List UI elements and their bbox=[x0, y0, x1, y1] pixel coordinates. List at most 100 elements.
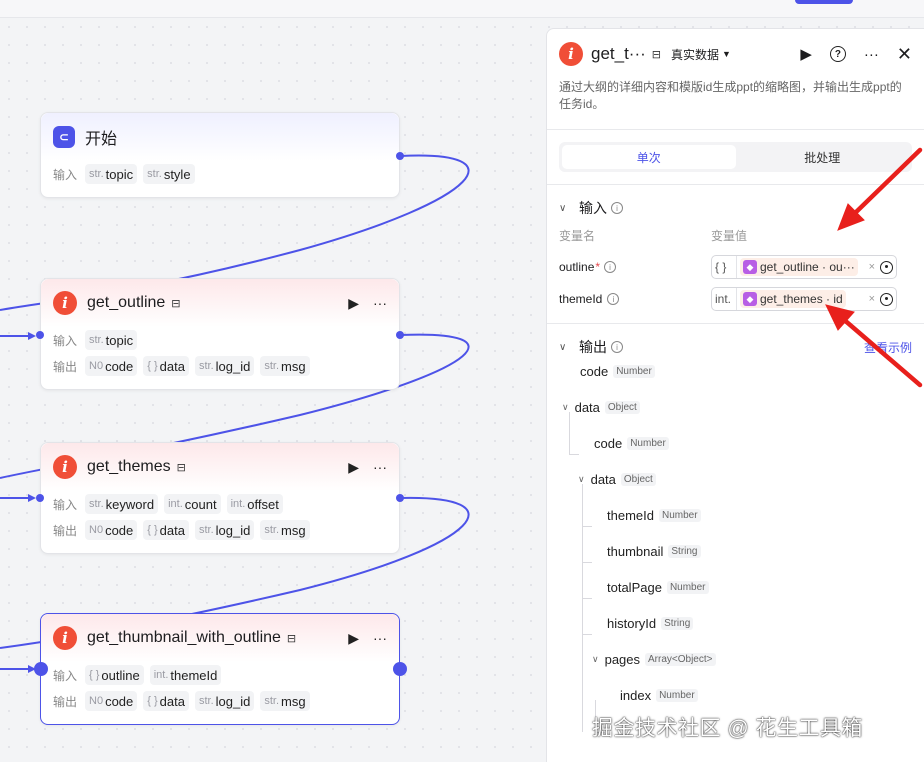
clear-icon[interactable]: × bbox=[869, 261, 875, 273]
node-header[interactable]: ⊂ 开始 bbox=[41, 113, 399, 161]
tree-item[interactable]: ∨ data Object bbox=[562, 397, 640, 417]
node-title: get_outline bbox=[87, 294, 166, 311]
tree-item: thumbnail String bbox=[607, 541, 701, 561]
chevron-down-icon: ∨ bbox=[578, 473, 585, 484]
reference-chip[interactable]: ◆ get_outline · ou··· bbox=[740, 258, 858, 276]
output-port[interactable] bbox=[396, 494, 404, 502]
output-tag: str. log_id bbox=[194, 520, 255, 540]
target-icon[interactable] bbox=[880, 260, 893, 274]
node-get-themes[interactable]: i get_themes ⊟ ▶ ··· 输入 str. keyword int.… bbox=[40, 442, 400, 554]
tree-item: code Number bbox=[580, 361, 655, 381]
more-icon[interactable]: ··· bbox=[373, 295, 387, 311]
reference-field[interactable]: { } ◆ get_outline · ou··· × bbox=[711, 255, 897, 279]
input-port[interactable] bbox=[36, 331, 44, 339]
node-get-outline[interactable]: i get_outline ⊟ ▶ ··· 输入 str. topic 输出 N0… bbox=[40, 278, 400, 390]
input-port[interactable] bbox=[36, 494, 44, 502]
clear-icon[interactable]: × bbox=[869, 293, 875, 305]
node-outputs: 输出 N0 code { } data str. log_id str. msg bbox=[41, 353, 399, 379]
plugin-badge-icon: ⊟ bbox=[176, 461, 186, 474]
tree-item: code Number bbox=[594, 433, 669, 453]
output-port[interactable] bbox=[396, 152, 404, 160]
tab-single[interactable]: 单次 bbox=[562, 145, 736, 169]
reference-field[interactable]: int. ◆ get_themes · id × bbox=[711, 287, 897, 311]
node-get-thumbnail-with-outline[interactable]: i get_thumbnail_with_outline ⊟ ▶ ··· 输入 … bbox=[40, 613, 400, 725]
input-tag: { } outline bbox=[85, 665, 144, 685]
more-icon[interactable]: ··· bbox=[373, 459, 387, 475]
info-icon: i bbox=[611, 202, 623, 214]
info-icon: i bbox=[607, 293, 620, 305]
node-outputs: 输出 N0 code { } data str. log_id str. msg bbox=[41, 517, 399, 543]
view-example-link[interactable]: 查看示例 bbox=[864, 339, 912, 356]
chevron-down-icon: ∨ bbox=[559, 202, 567, 214]
tree-item: historyId String bbox=[607, 613, 694, 633]
tree-item[interactable]: ∨ pages Array<Object> bbox=[592, 649, 716, 669]
mode-dropdown[interactable]: 真实数据 ▼ bbox=[671, 46, 731, 63]
input-row-themeid: themeId i int. ◆ get_themes · id × bbox=[547, 283, 924, 315]
output-tag: str. msg bbox=[260, 520, 310, 540]
caret-down-icon: ▼ bbox=[722, 49, 731, 59]
output-tag: str. log_id bbox=[194, 691, 255, 711]
input-tag: int. offset bbox=[226, 494, 283, 514]
output-tag: { } data bbox=[143, 356, 189, 376]
toolbar-primary-button[interactable] bbox=[795, 0, 853, 4]
output-tag: N0 code bbox=[85, 520, 138, 540]
node-start[interactable]: ⊂ 开始 输入 str. topic str. style bbox=[40, 112, 400, 198]
start-icon: ⊂ bbox=[53, 126, 75, 148]
chevron-down-icon: ∨ bbox=[592, 653, 599, 664]
input-tag: str. keyword bbox=[85, 494, 159, 514]
tree-item[interactable]: ∨ data Object bbox=[578, 469, 656, 489]
run-icon[interactable]: ▶ bbox=[348, 459, 359, 476]
chevron-down-icon: ∨ bbox=[559, 341, 567, 353]
cube-icon: ◆ bbox=[743, 292, 757, 306]
output-port[interactable] bbox=[393, 662, 407, 676]
input-tag: str. topic bbox=[85, 164, 138, 184]
close-icon[interactable]: ✕ bbox=[897, 44, 912, 65]
more-icon[interactable]: ··· bbox=[373, 630, 387, 646]
plugin-badge-icon: ⊟ bbox=[286, 632, 297, 645]
chevron-down-icon: ∨ bbox=[562, 401, 569, 412]
output-tag: str. msg bbox=[260, 691, 310, 711]
plugin-icon: i bbox=[559, 42, 583, 66]
input-port[interactable] bbox=[34, 662, 48, 676]
node-title: get_thumbnail_with_outline bbox=[87, 629, 281, 646]
plugin-icon: i bbox=[53, 455, 77, 479]
panel-header: i get_t··· ⊟ 真实数据 ▼ ▶ ? ··· ✕ bbox=[547, 29, 924, 79]
node-header[interactable]: i get_themes ⊟ ▶ ··· bbox=[41, 443, 399, 491]
output-tag: N0 code bbox=[85, 691, 138, 711]
node-header[interactable]: i get_outline ⊟ ▶ ··· bbox=[41, 279, 399, 327]
output-port[interactable] bbox=[396, 331, 404, 339]
run-icon[interactable]: ▶ bbox=[800, 45, 812, 63]
tree-item: themeId Number bbox=[607, 505, 701, 525]
input-tag: str. topic bbox=[85, 330, 138, 350]
help-icon[interactable]: ? bbox=[829, 46, 846, 62]
input-section-header[interactable]: ∨ 输入 i bbox=[547, 191, 924, 225]
info-icon: i bbox=[611, 341, 623, 353]
more-icon[interactable]: ··· bbox=[864, 46, 879, 63]
info-icon: i bbox=[604, 261, 617, 273]
panel-title: get_t··· bbox=[591, 44, 646, 63]
run-icon[interactable]: ▶ bbox=[348, 295, 359, 312]
output-tag: { } data bbox=[143, 520, 189, 540]
node-title: 开始 bbox=[85, 131, 118, 148]
target-icon[interactable] bbox=[880, 292, 893, 306]
node-outputs: 输出 N0 code { } data str. log_id str. msg bbox=[41, 688, 399, 714]
output-section-header[interactable]: ∨ 输出 i 查看示例 bbox=[547, 330, 924, 364]
tree-item: totalPage Number bbox=[607, 577, 709, 597]
output-tag: str. msg bbox=[260, 356, 310, 376]
node-header[interactable]: i get_thumbnail_with_outline ⊟ ▶ ··· bbox=[41, 614, 399, 662]
reference-chip[interactable]: ◆ get_themes · id bbox=[740, 290, 846, 308]
node-inputs: 输入 str. topic str. style bbox=[41, 161, 399, 187]
tab-batch[interactable]: 批处理 bbox=[736, 145, 910, 169]
run-icon[interactable]: ▶ bbox=[348, 630, 359, 647]
plugin-icon: i bbox=[53, 626, 77, 650]
tree-item: index Number bbox=[620, 685, 698, 705]
input-row-outline: outline * i { } ◆ get_outline · ou··· × bbox=[547, 251, 924, 283]
node-inputs: 输入 str. topic bbox=[41, 327, 399, 353]
panel-description: 通过大纲的详细内容和模版id生成ppt的缩略图，并输出生成ppt的任务id。 bbox=[559, 80, 902, 111]
output-tag: N0 code bbox=[85, 356, 138, 376]
input-column-headers: 变量名 变量值 bbox=[559, 228, 748, 243]
top-toolbar bbox=[0, 0, 924, 18]
output-tag: str. log_id bbox=[194, 356, 255, 376]
node-inputs: 输入 str. keyword int. count int. offset bbox=[41, 491, 399, 517]
plugin-badge-icon: ⊟ bbox=[651, 48, 662, 61]
